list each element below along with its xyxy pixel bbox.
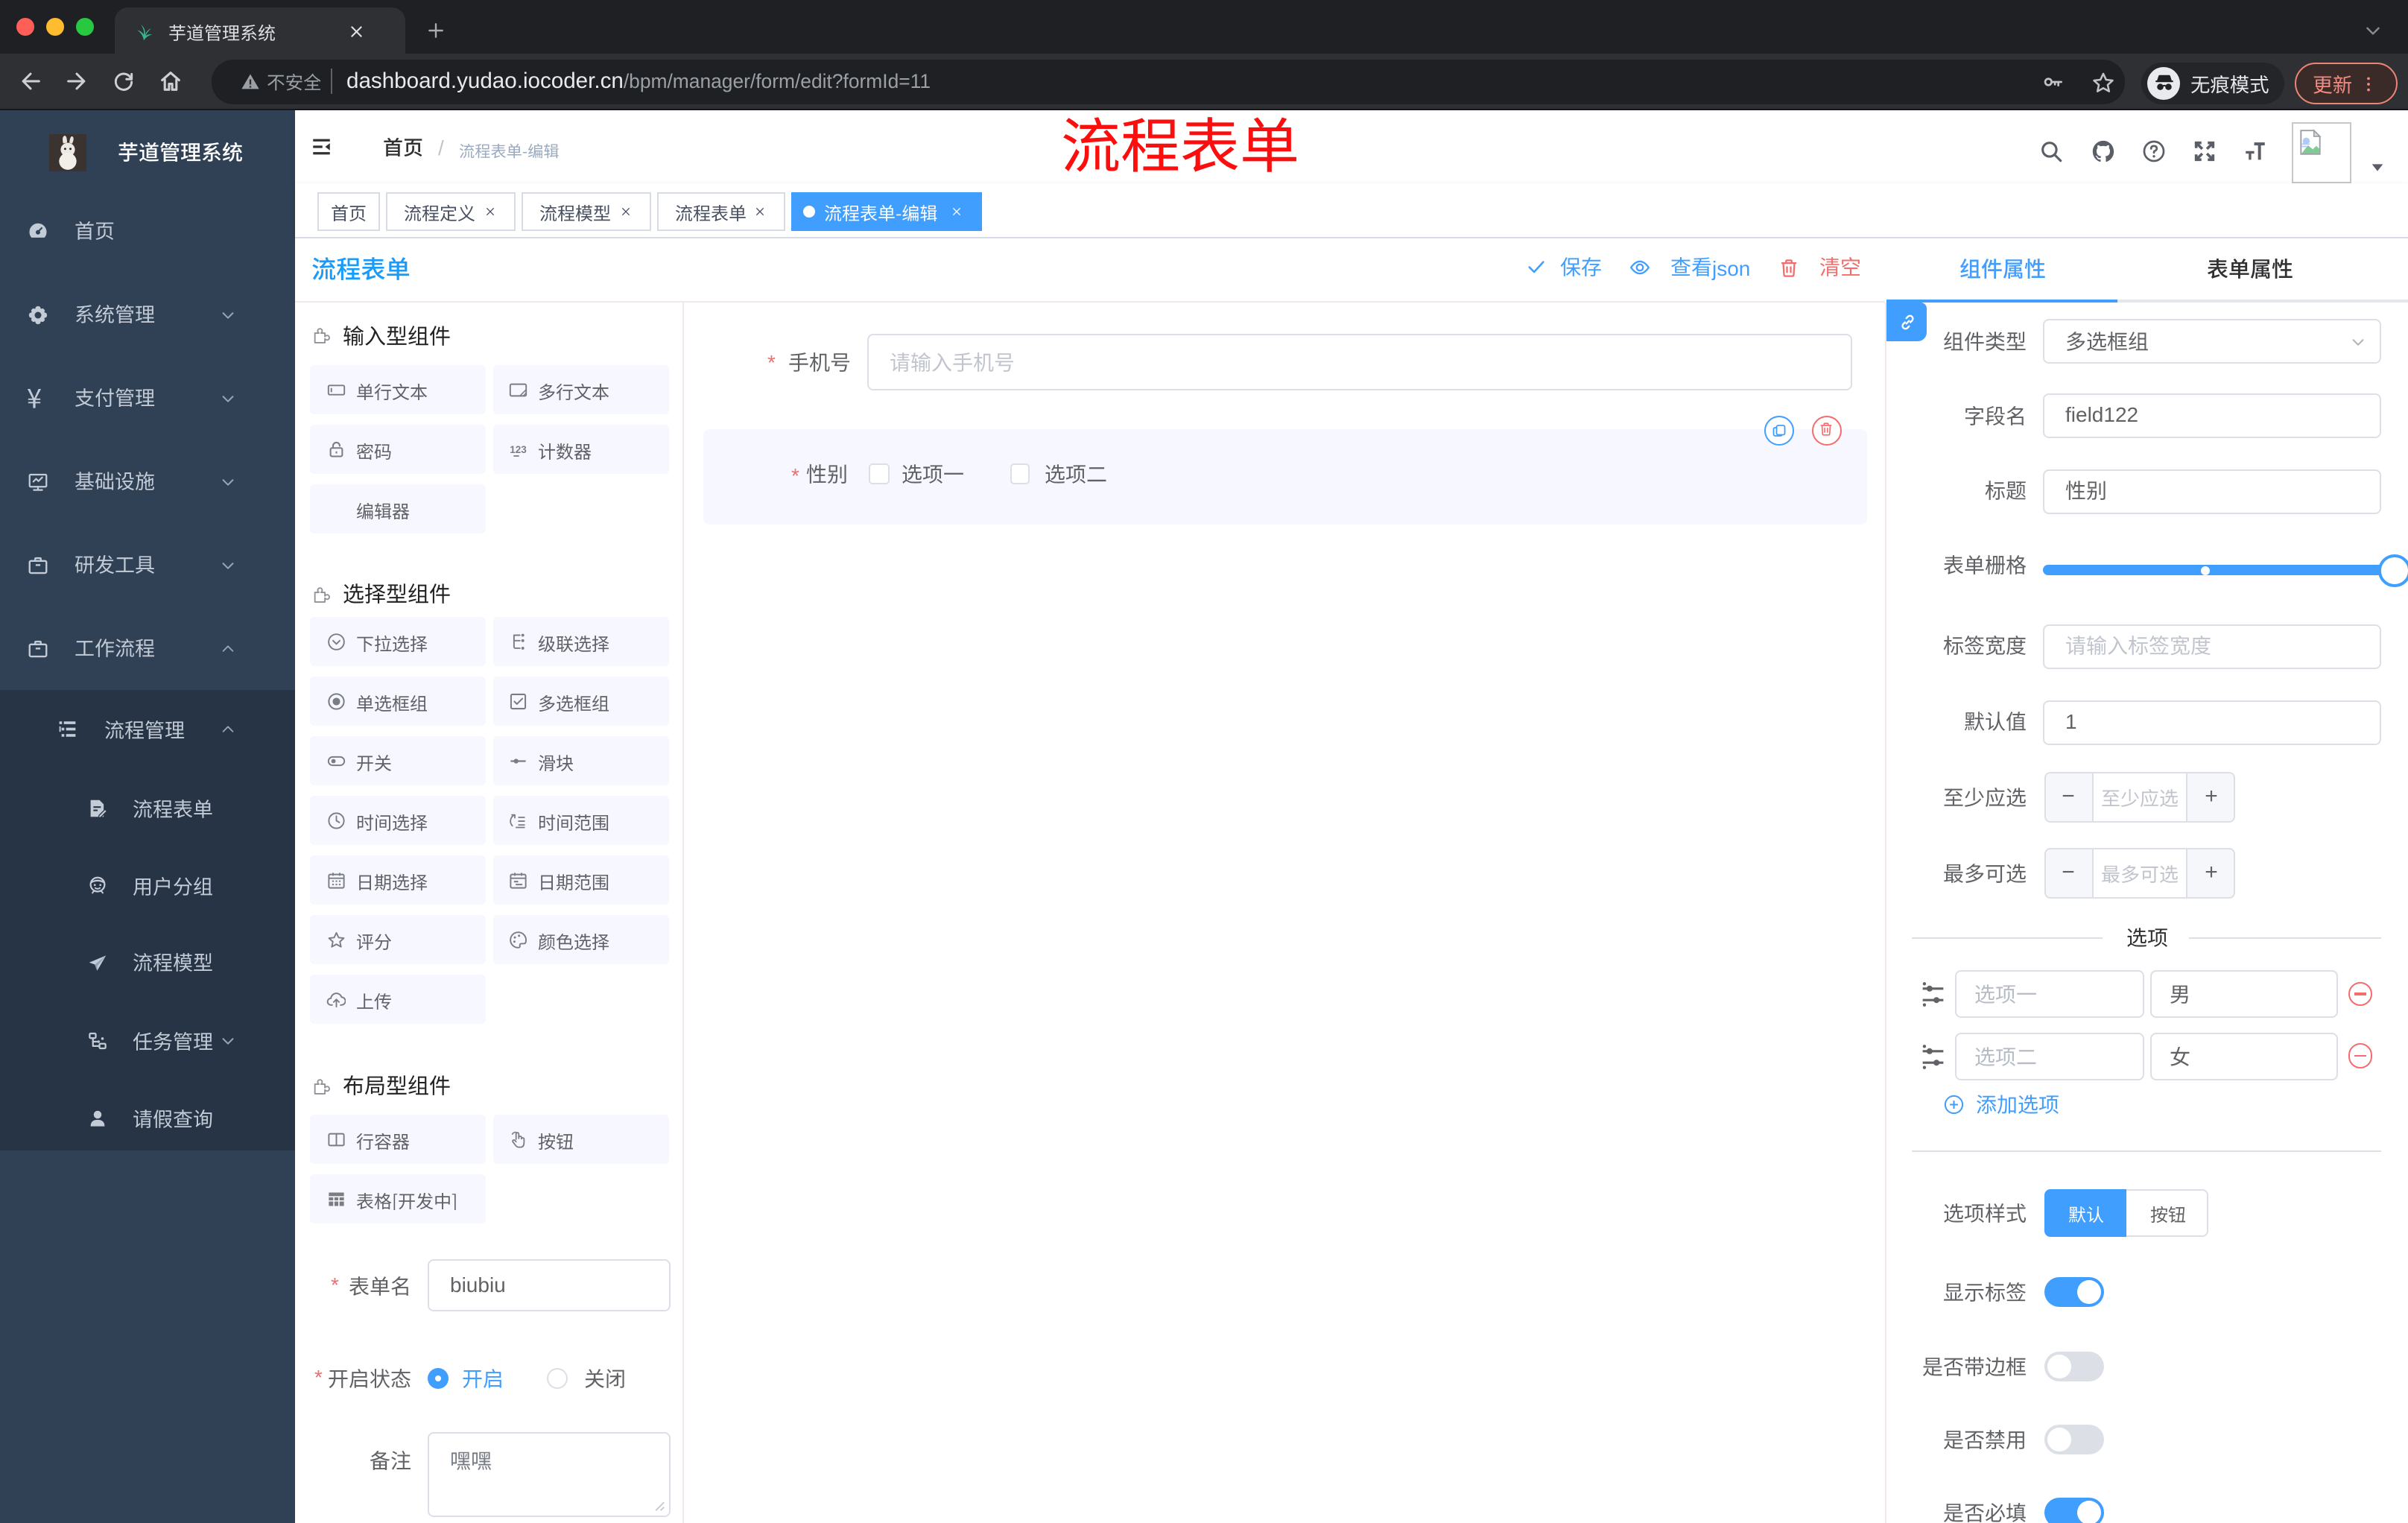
svg-text:123: 123 xyxy=(510,443,527,455)
